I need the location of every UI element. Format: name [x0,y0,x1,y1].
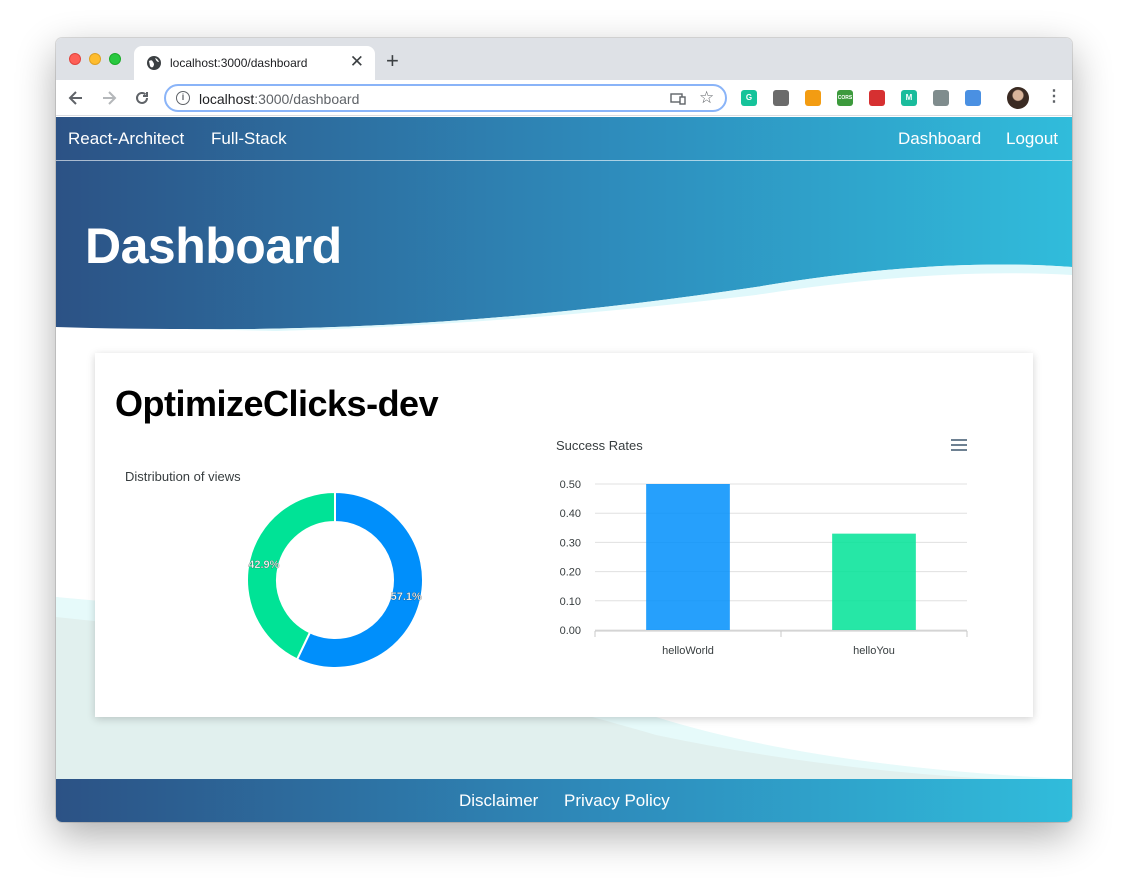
reload-icon[interactable] [132,88,152,108]
browser-toolbar: i localhost:3000/dashboard ☆ G CORS M ⋮ [56,80,1072,116]
y-tick-label: 0.10 [560,596,581,608]
y-tick-label: 0.50 [560,479,581,491]
donut-chart-title: Distribution of views [125,469,241,484]
site-info-icon[interactable]: i [176,91,190,105]
new-tab-button[interactable]: + [386,50,399,72]
profile-avatar[interactable] [1007,87,1029,109]
back-arrow-icon[interactable] [66,88,86,108]
footer: Disclaimer Privacy Policy [56,779,1072,822]
circle-extension-icon[interactable] [773,90,789,106]
tab-title: localhost:3000/dashboard [170,56,308,70]
url-host: localhost [199,91,255,107]
bookmark-star-icon[interactable]: ☆ [699,88,714,108]
y-tick-label: 0.30 [560,537,581,549]
project-title: OptimizeClicks-dev [115,383,439,424]
address-bar[interactable]: i localhost:3000/dashboard ☆ [164,84,727,112]
top-navbar: React-Architect Full-Stack Dashboard Log… [56,117,1072,161]
grammarly-extension-icon[interactable]: G [741,90,757,106]
bug-extension-icon[interactable] [869,90,885,106]
bar-chart: 0.00 0.10 0.20 0.30 0.40 0.50 helloWorld helloY… [560,479,968,657]
m-extension-icon[interactable]: M [901,90,917,106]
forward-arrow-icon[interactable] [99,88,119,108]
project-card: OptimizeClicks-dev Distribution of views… [95,353,1033,717]
page-title: Dashboard [85,218,342,274]
y-tick-label: 0.00 [560,625,581,637]
donut-chart: 57.1% 42.9% [246,490,424,669]
donut-slice-label-1: 42.9% [248,559,279,571]
privacy-policy-link[interactable]: Privacy Policy [564,791,670,811]
full-stack-link[interactable]: Full-Stack [211,129,287,149]
cors-extension-icon[interactable]: CORS [837,90,853,106]
close-tab-icon[interactable]: ✕ [350,53,364,71]
redux-extension-icon[interactable] [965,90,981,106]
url-path: :3000/dashboard [254,91,360,107]
database-extension-icon[interactable] [933,90,949,106]
browser-window: localhost:3000/dashboard ✕ + i localhost… [56,38,1072,822]
disclaimer-link[interactable]: Disclaimer [459,791,538,811]
bar-helloYou[interactable] [832,533,916,630]
brand-link[interactable]: React-Architect [68,129,184,149]
donut-slice-1[interactable] [246,490,336,661]
y-tick-label: 0.20 [560,567,581,579]
url-text[interactable]: localhost:3000/dashboard [199,91,359,107]
browser-tab[interactable]: localhost:3000/dashboard ✕ [134,46,375,80]
dashboard-link[interactable]: Dashboard [898,129,981,149]
bar-helloWorld[interactable] [646,484,730,630]
y-tick-label: 0.40 [560,508,581,520]
x-category-label: helloYou [853,645,895,657]
page-content: React-Architect Full-Stack Dashboard Log… [56,117,1072,822]
bar-chart-title: Success Rates [556,438,643,453]
browser-menu-icon[interactable]: ⋮ [1046,88,1062,106]
orange-extension-icon[interactable] [805,90,821,106]
donut-slice-label-0: 57.1% [391,591,422,603]
minimize-window-button[interactable] [89,53,101,65]
logout-link[interactable]: Logout [1006,129,1058,149]
close-window-button[interactable] [69,53,81,65]
maximize-window-button[interactable] [109,53,121,65]
x-category-label: helloWorld [662,645,714,657]
chart-menu-icon[interactable] [951,439,967,451]
tab-strip: localhost:3000/dashboard ✕ + [56,38,1072,80]
install-app-icon[interactable] [670,92,686,106]
globe-icon [147,56,161,70]
